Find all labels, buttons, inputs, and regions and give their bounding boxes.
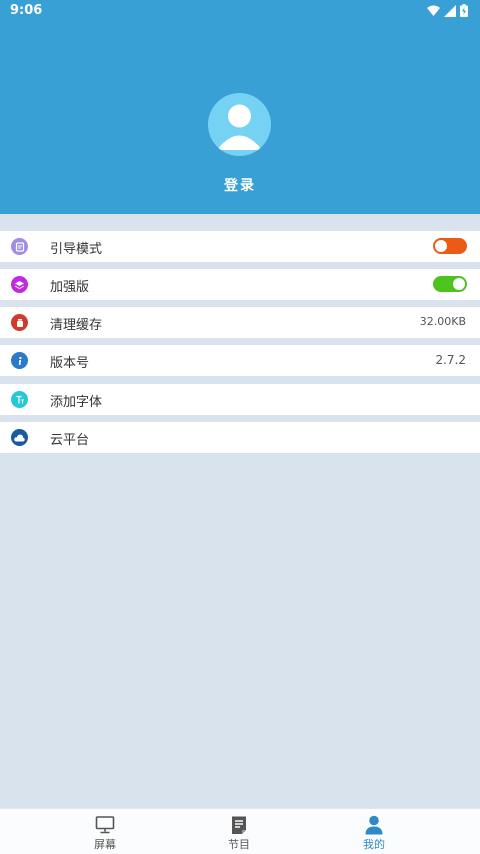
toggle-knob	[453, 278, 465, 290]
profile-header: 9:06 登录	[0, 0, 480, 214]
cache-size-value: 32.00KB	[419, 315, 466, 328]
tab-program[interactable]: 节目	[199, 809, 279, 854]
setting-label: 引导模式	[50, 242, 103, 257]
program-icon	[232, 816, 246, 834]
signal-icon	[444, 4, 456, 17]
tab-screen[interactable]: 屏幕	[65, 809, 145, 854]
bottom-tab-bar: 屏幕 节目 我的	[0, 808, 480, 854]
font-icon	[11, 391, 28, 408]
setting-label: 云平台	[50, 433, 90, 448]
avatar[interactable]	[208, 93, 271, 156]
battery-icon	[460, 4, 468, 17]
toggle-knob	[435, 240, 447, 252]
guide-icon	[11, 238, 28, 255]
status-icons	[427, 4, 468, 17]
info-icon	[11, 352, 28, 369]
avatar-person-icon	[217, 104, 262, 150]
tab-label: 屏幕	[94, 838, 116, 851]
cloud-icon	[11, 429, 28, 446]
setting-row-enhanced[interactable]: 加强版	[0, 269, 480, 300]
setting-row-add-font[interactable]: 添加字体	[0, 384, 480, 415]
setting-row-clear-cache[interactable]: 清理缓存 32.00KB	[0, 307, 480, 338]
setting-label: 加强版	[50, 280, 90, 295]
login-label[interactable]: 登录	[0, 175, 480, 195]
setting-row-guide-mode[interactable]: 引导模式	[0, 231, 480, 262]
status-bar: 9:06	[0, 0, 480, 22]
status-time: 9:06	[10, 3, 43, 18]
version-value: 2.7.2	[435, 353, 466, 367]
tab-mine[interactable]: 我的	[334, 809, 414, 854]
guide-mode-toggle[interactable]	[433, 238, 467, 254]
layers-icon	[11, 276, 28, 293]
setting-label: 添加字体	[50, 395, 103, 410]
tab-label: 节目	[228, 838, 250, 851]
setting-row-version[interactable]: 版本号 2.7.2	[0, 345, 480, 376]
person-icon	[365, 815, 383, 835]
cache-icon	[11, 314, 28, 331]
setting-label: 清理缓存	[50, 318, 103, 333]
setting-label: 版本号	[50, 356, 90, 371]
wifi-icon	[427, 5, 440, 16]
tab-label: 我的	[363, 838, 385, 851]
enhanced-toggle[interactable]	[433, 276, 467, 292]
setting-row-cloud[interactable]: 云平台	[0, 422, 480, 453]
monitor-icon	[95, 816, 115, 834]
